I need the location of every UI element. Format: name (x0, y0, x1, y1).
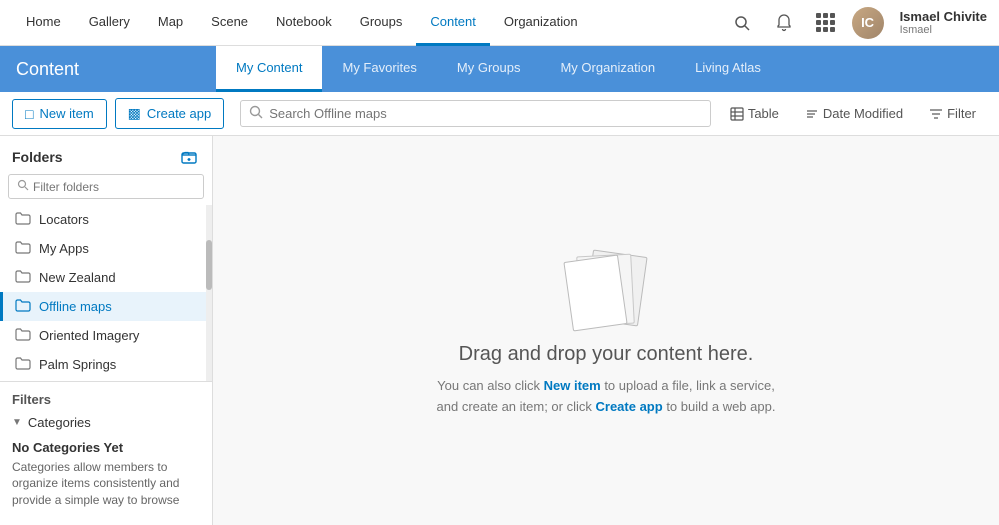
toolbar-right: Table Date Modified Filter (719, 100, 987, 127)
empty-desc-part3: to build a web app. (663, 399, 776, 414)
nav-link-map[interactable]: Map (144, 0, 197, 46)
user-sub: Ismael (900, 24, 987, 36)
folder-filter-box (8, 174, 204, 199)
no-categories-title: No Categories Yet (12, 440, 200, 455)
filter-button[interactable]: Filter (918, 100, 987, 127)
filter-label: Filter (947, 106, 976, 121)
chevron-down-icon: ▼ (12, 417, 22, 428)
sidebar: Folders L (0, 136, 213, 525)
folders-header: Folders (0, 136, 212, 174)
folder-item-locators[interactable]: Locators (0, 205, 212, 234)
folder-icon (15, 269, 31, 286)
nav-link-notebook[interactable]: Notebook (262, 0, 346, 46)
content-tab-living-atlas[interactable]: Living Atlas (675, 46, 781, 92)
avatar[interactable]: IC (852, 7, 884, 39)
create-app-label: Create app (147, 106, 211, 121)
folder-label: My Apps (39, 241, 89, 256)
folder-label: Palm Springs (39, 357, 116, 372)
new-item-link-text[interactable]: New item (544, 378, 601, 393)
sort-icon (805, 107, 819, 121)
nav-link-gallery[interactable]: Gallery (75, 0, 144, 46)
folder-item-offline-maps[interactable]: Offline maps (0, 292, 212, 321)
folder-item-palm-springs[interactable]: Palm Springs (0, 350, 212, 379)
waffle-icon (816, 13, 835, 32)
folder-label: Offline maps (39, 299, 112, 314)
table-view-button[interactable]: Table (719, 100, 790, 127)
bell-icon (776, 14, 792, 32)
date-modified-button[interactable]: Date Modified (794, 100, 914, 127)
search-box-icon (249, 105, 263, 122)
folder-filter-input[interactable] (33, 180, 195, 194)
notifications-button[interactable] (768, 7, 800, 39)
doc-page-front (563, 255, 627, 332)
table-label: Table (748, 106, 779, 121)
empty-desc-part1: You can also click (437, 378, 543, 393)
create-app-button[interactable]: ▩ Create app (115, 98, 225, 129)
folder-label: Locators (39, 212, 89, 227)
content-tabs: My ContentMy FavoritesMy GroupsMy Organi… (216, 46, 781, 92)
user-name: Ismael Chivite (900, 9, 987, 24)
search-box (240, 100, 711, 127)
content-page-title: Content (16, 59, 216, 80)
folder-item-oriented-imagery[interactable]: Oriented Imagery (0, 321, 212, 350)
nav-right: IC Ismael Chivite Ismael (726, 7, 987, 39)
plus-icon: □ (25, 106, 33, 122)
folder-label: Oriented Imagery (39, 328, 139, 343)
nav-link-content[interactable]: Content (416, 0, 490, 46)
date-modified-label: Date Modified (823, 106, 903, 121)
no-categories-section: No Categories Yet Categories allow membe… (12, 434, 200, 515)
empty-state-desc: You can also click New item to upload a … (436, 376, 776, 418)
content-tab-my-favorites[interactable]: My Favorites (322, 46, 436, 92)
no-categories-text: Categories allow members to organize ite… (12, 459, 200, 509)
search-input[interactable] (269, 106, 702, 121)
folder-item-my-apps[interactable]: My Apps (0, 234, 212, 263)
nav-links: HomeGalleryMapSceneNotebookGroupsContent… (12, 0, 726, 46)
nav-link-home[interactable]: Home (12, 0, 75, 46)
toolbar: □ New item ▩ Create app Table (0, 92, 999, 136)
categories-filter[interactable]: ▼ Categories (12, 415, 200, 430)
categories-label: Categories (28, 415, 91, 430)
user-info[interactable]: Ismael Chivite Ismael (900, 9, 987, 36)
folder-list: Locators My Apps New Zealand Offline map… (0, 205, 212, 381)
nav-link-scene[interactable]: Scene (197, 0, 262, 46)
nav-link-organization[interactable]: Organization (490, 0, 592, 46)
content-header: Content My ContentMy FavoritesMy GroupsM… (0, 46, 999, 92)
table-icon (730, 107, 744, 121)
folder-scrollbar-thumb[interactable] (206, 240, 212, 290)
create-app-link-text[interactable]: Create app (596, 399, 663, 414)
filters-title: Filters (12, 392, 200, 407)
search-icon (734, 15, 750, 31)
filter-search-icon (17, 179, 29, 194)
folder-label: New Zealand (39, 270, 116, 285)
folder-icon (15, 327, 31, 344)
folder-icon (15, 240, 31, 257)
filter-icon (929, 107, 943, 121)
folder-icon (15, 298, 31, 315)
content-tab-my-organization[interactable]: My Organization (540, 46, 675, 92)
sidebar-filters: Filters ▼ Categories No Categories Yet C… (0, 381, 212, 525)
add-folder-button[interactable] (178, 146, 200, 168)
folders-title: Folders (12, 149, 63, 165)
folder-item-public-notification[interactable]: Public Notification (0, 379, 212, 381)
empty-state: Drag and drop your content here. You can… (436, 243, 776, 418)
content-tab-my-content[interactable]: My Content (216, 46, 322, 92)
content-tab-my-groups[interactable]: My Groups (437, 46, 541, 92)
search-nav-button[interactable] (726, 7, 758, 39)
folder-icon (15, 356, 31, 373)
empty-state-title: Drag and drop your content here. (459, 343, 754, 366)
main-content-area: Drag and drop your content here. You can… (213, 136, 999, 525)
new-item-label: New item (39, 106, 93, 121)
folder-icon (15, 211, 31, 228)
add-folder-icon (181, 149, 197, 165)
new-item-button[interactable]: □ New item (12, 99, 107, 129)
top-nav: HomeGalleryMapSceneNotebookGroupsContent… (0, 0, 999, 46)
main-layout: Folders L (0, 136, 999, 525)
folder-item-new-zealand[interactable]: New Zealand (0, 263, 212, 292)
apps-grid-button[interactable] (810, 7, 842, 39)
grid-icon: ▩ (128, 105, 141, 122)
empty-state-icon (556, 243, 656, 343)
nav-link-groups[interactable]: Groups (346, 0, 417, 46)
